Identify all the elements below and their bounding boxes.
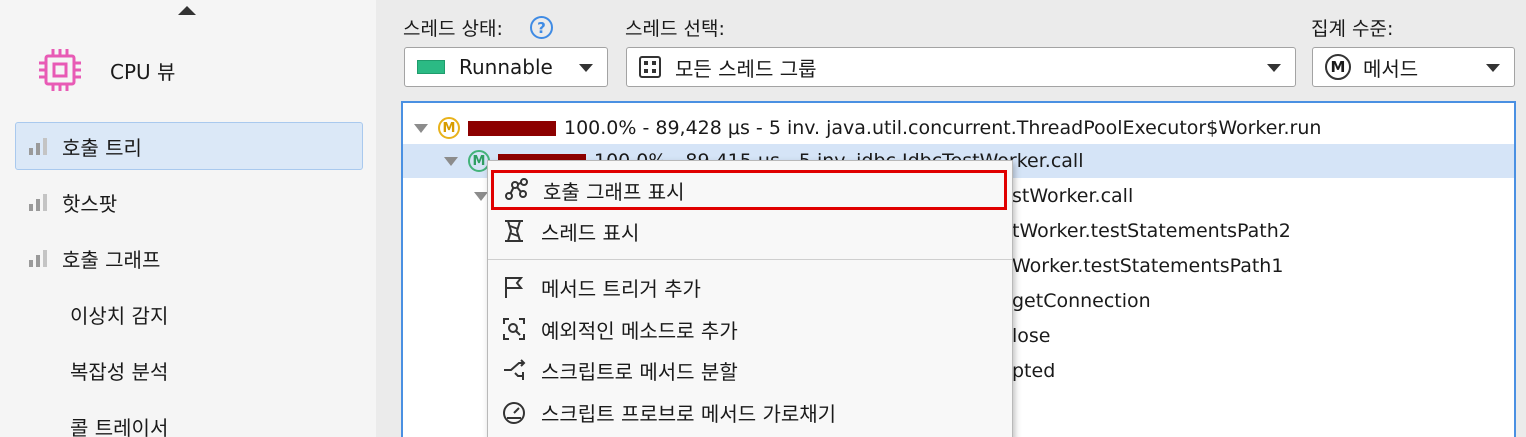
menu-item-split-method-with-script[interactable]: 스크립트로 메서드 분할	[489, 350, 1011, 390]
menu-item-label: 스크립트 프로브로 메서드 가로채기	[541, 401, 837, 426]
sidebar-item-label: 핫스팟	[62, 191, 118, 216]
expand-toggle-icon[interactable]	[444, 156, 458, 166]
sidebar-item-hotspots[interactable]: 핫스팟	[15, 178, 363, 226]
expand-toggle-icon[interactable]	[414, 123, 428, 133]
tree-row-text: tWorker.testStatementsPath2	[1012, 220, 1291, 242]
menu-item-intercept-method-with-script-probe[interactable]: 스크립트 프로브로 메서드 가로채기	[489, 392, 1011, 432]
menu-item-label: 스크립트로 메서드 분할	[541, 359, 738, 384]
bar-chart-icon	[29, 194, 47, 211]
aggregation-level-dropdown[interactable]: M 메서드	[1312, 47, 1515, 87]
thread-spool-icon	[505, 220, 523, 242]
menu-item-add-method-trigger[interactable]: 메서드 트리거 추가	[489, 267, 1011, 307]
scroll-up-arrow-icon[interactable]	[178, 6, 196, 15]
cpu-view-header: CPU 뷰	[36, 44, 356, 96]
percent-bar	[468, 120, 556, 136]
method-badge-icon: M	[438, 117, 460, 139]
thread-select-label: 스레드 선택:	[625, 18, 725, 40]
tree-row-text: lose	[1012, 325, 1051, 347]
sidebar-item-outlier-detection[interactable]: 이상치 감지	[15, 290, 363, 338]
context-menu: 호출 그래프 표시 스레드 표시 메서드 트리거 추가 예외적인 메소드로 추가	[487, 160, 1013, 437]
graph-icon	[505, 178, 528, 200]
expand-toggle-icon[interactable]	[474, 191, 488, 201]
menu-item-add-as-exceptional-method[interactable]: 예외적인 메소드로 추가	[489, 309, 1011, 349]
thread-state-dropdown[interactable]: Runnable	[404, 47, 608, 87]
flag-icon	[505, 277, 524, 298]
chevron-down-icon	[1486, 64, 1500, 72]
menu-item-label: 예외적인 메소드로 추가	[541, 318, 738, 343]
thread-state-label: 스레드 상태:	[403, 18, 503, 40]
thread-group-grid-icon	[639, 56, 661, 78]
sidebar-item-label: 콜 트레이서	[70, 415, 169, 437]
bar-chart-icon	[29, 250, 47, 267]
sidebar-item-call-tracer[interactable]: 콜 트레이서	[15, 402, 363, 437]
chevron-down-icon	[579, 64, 593, 72]
menu-item-label: 호출 그래프 표시	[543, 179, 685, 204]
menu-item-label: 메서드 트리거 추가	[541, 276, 701, 301]
thread-select-value: 모든 스레드 그룹	[675, 56, 817, 81]
chevron-down-icon	[1267, 64, 1281, 72]
menu-separator	[488, 259, 1012, 260]
tree-row-text: Worker.testStatementsPath1	[1012, 255, 1284, 277]
tree-row-text: stWorker.call	[1012, 185, 1134, 207]
sidebar-item-label: 호출 그래프	[62, 247, 161, 272]
inspect-icon	[503, 318, 525, 340]
sidebar: CPU 뷰 호출 트리 핫스팟 호출 그래프 이상치 감지 복잡성 분석 콜 트…	[0, 0, 376, 437]
sidebar-item-complexity-analysis[interactable]: 복잡성 분석	[15, 346, 363, 394]
gauge-icon	[503, 402, 525, 424]
tree-row-text: pted	[1012, 360, 1056, 382]
sidebar-item-label: 호출 트리	[62, 135, 142, 160]
cpu-chip-icon	[39, 49, 81, 91]
runnable-color-swatch	[417, 60, 445, 74]
menu-item-show-call-graph[interactable]: 호출 그래프 표시	[491, 170, 1007, 210]
tree-row[interactable]: M 100.0% - 89,428 μs - 5 inv. java.util.…	[403, 111, 1514, 145]
sidebar-item-call-graph[interactable]: 호출 그래프	[15, 234, 363, 282]
tree-row-text: 100.0% - 89,428 μs - 5 inv. java.util.co…	[564, 117, 1322, 139]
sidebar-item-call-tree[interactable]: 호출 트리	[15, 122, 363, 170]
sidebar-item-label: 이상치 감지	[70, 303, 169, 328]
cpu-view-title: CPU 뷰	[110, 59, 176, 84]
help-icon[interactable]: ?	[530, 16, 553, 39]
sidebar-nav: 호출 트리 핫스팟 호출 그래프 이상치 감지 복잡성 분석 콜 트레이서	[15, 122, 363, 437]
method-icon: M	[1325, 54, 1351, 80]
bar-chart-icon	[29, 138, 47, 155]
split-icon	[504, 359, 526, 380]
sidebar-item-label: 복잡성 분석	[70, 359, 169, 384]
aggregation-level-label: 집계 수준:	[1311, 18, 1394, 40]
aggregation-level-value: 메서드	[1363, 56, 1419, 81]
thread-select-dropdown[interactable]: 모든 스레드 그룹	[626, 47, 1296, 87]
menu-item-show-thread[interactable]: 스레드 표시	[489, 211, 1011, 251]
tree-row-text: getConnection	[1012, 290, 1151, 312]
thread-state-value: Runnable	[459, 55, 553, 79]
menu-item-label: 스레드 표시	[541, 220, 640, 245]
